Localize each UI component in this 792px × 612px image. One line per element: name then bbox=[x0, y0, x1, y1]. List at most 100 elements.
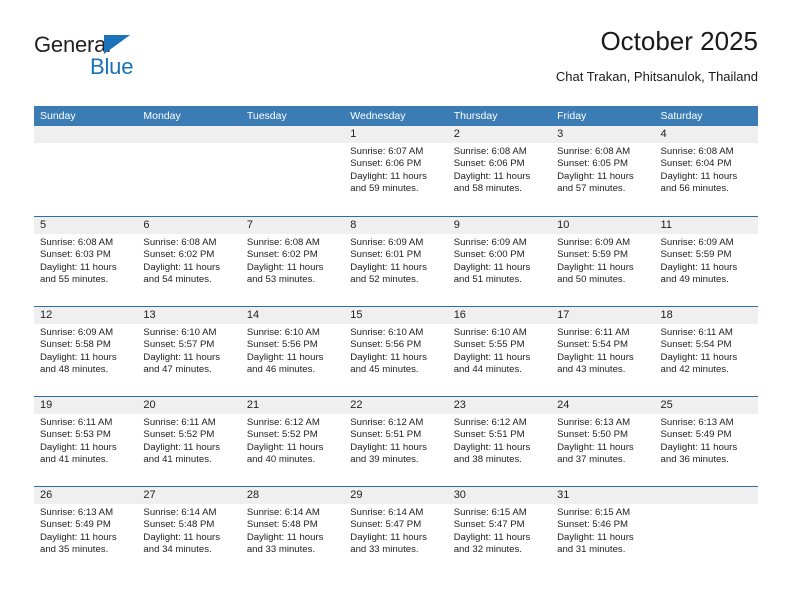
day-cell-10[interactable]: 10 Sunrise: 6:09 AM Sunset: 5:59 PM Dayligh… bbox=[551, 217, 655, 306]
sunrise-text: Sunrise: 6:14 AM bbox=[143, 507, 217, 518]
daylight-text: Daylight: 11 hours and 54 minutes. bbox=[143, 261, 221, 286]
day-cell-9[interactable]: 9 Sunrise: 6:09 AM Sunset: 6:00 PM Daylight… bbox=[447, 217, 552, 306]
calendar-week-row: 12 Sunrise: 6:09 AM Sunset: 5:58 PM Dayligh… bbox=[34, 306, 758, 396]
day-cell-7[interactable]: 7 Sunrise: 6:08 AM Sunset: 6:02 PM Daylight… bbox=[240, 217, 345, 306]
day-cell-19[interactable]: 19 Sunrise: 6:11 AM Sunset: 5:53 PM Dayligh… bbox=[34, 397, 138, 486]
page-title: October 2025 bbox=[600, 26, 758, 56]
daylight-text: Daylight: 11 hours and 57 minutes. bbox=[557, 170, 634, 195]
day-number: 4 bbox=[654, 126, 758, 143]
day-cell-14[interactable]: 14 Sunrise: 6:10 AM Sunset: 5:56 PM Dayligh… bbox=[240, 307, 345, 396]
day-cell-16[interactable]: 16 Sunrise: 6:10 AM Sunset: 5:55 PM Dayligh… bbox=[447, 307, 552, 396]
page-header: General Blue October 2025 Chat Trakan, P… bbox=[34, 26, 758, 98]
day-cell-empty bbox=[137, 126, 241, 216]
day-cell-empty bbox=[240, 126, 345, 216]
day-cell-11[interactable]: 11 Sunrise: 6:09 AM Sunset: 5:59 PM Dayligh… bbox=[654, 217, 758, 306]
day-details: Sunrise: 6:10 AM Sunset: 5:56 PM Daylight:… bbox=[344, 324, 447, 377]
sunrise-text: Sunrise: 6:11 AM bbox=[143, 417, 216, 428]
day-cell-30[interactable]: 30 Sunrise: 6:15 AM Sunset: 5:47 PM Dayligh… bbox=[447, 487, 552, 576]
sunrise-text: Sunrise: 6:14 AM bbox=[350, 507, 424, 518]
day-cell-23[interactable]: 23 Sunrise: 6:12 AM Sunset: 5:51 PM Dayligh… bbox=[447, 397, 552, 486]
day-details: Sunrise: 6:08 AM Sunset: 6:05 PM Daylight:… bbox=[551, 143, 654, 196]
weekday-header-thursday: Thursday bbox=[453, 110, 498, 122]
day-cell-26[interactable]: 26 Sunrise: 6:13 AM Sunset: 5:49 PM Dayligh… bbox=[34, 487, 138, 576]
day-number: 27 bbox=[137, 487, 241, 504]
daylight-text: Daylight: 11 hours and 40 minutes. bbox=[246, 441, 324, 466]
day-cell-21[interactable]: 21 Sunrise: 6:12 AM Sunset: 5:52 PM Dayligh… bbox=[240, 397, 345, 486]
day-cell-13[interactable]: 13 Sunrise: 6:10 AM Sunset: 5:57 PM Dayligh… bbox=[137, 307, 241, 396]
day-details bbox=[655, 504, 758, 507]
day-details: Sunrise: 6:14 AM Sunset: 5:48 PM Daylight:… bbox=[137, 504, 240, 557]
calendar-week-row: 26 Sunrise: 6:13 AM Sunset: 5:49 PM Dayligh… bbox=[34, 486, 758, 576]
day-number: 9 bbox=[447, 217, 552, 234]
day-details bbox=[34, 143, 137, 146]
calendar-week-row: 19 Sunrise: 6:11 AM Sunset: 5:53 PM Dayligh… bbox=[34, 396, 758, 486]
day-cell-3[interactable]: 3 Sunrise: 6:08 AM Sunset: 6:05 PM Daylight… bbox=[551, 126, 655, 216]
day-cell-5[interactable]: 5 Sunrise: 6:08 AM Sunset: 6:03 PM Daylight… bbox=[34, 217, 138, 306]
day-cell-25[interactable]: 25 Sunrise: 6:13 AM Sunset: 5:49 PM Dayligh… bbox=[654, 397, 758, 486]
daylight-text: Daylight: 11 hours and 42 minutes. bbox=[660, 351, 738, 376]
day-cell-17[interactable]: 17 Sunrise: 6:11 AM Sunset: 5:54 PM Dayligh… bbox=[551, 307, 655, 396]
day-cell-20[interactable]: 20 Sunrise: 6:11 AM Sunset: 5:52 PM Dayligh… bbox=[137, 397, 241, 486]
day-number bbox=[137, 126, 241, 143]
day-details: Sunrise: 6:13 AM Sunset: 5:49 PM Daylight:… bbox=[655, 414, 758, 467]
day-cell-4[interactable]: 4 Sunrise: 6:08 AM Sunset: 6:04 PM Daylight… bbox=[654, 126, 758, 216]
day-cell-18[interactable]: 18 Sunrise: 6:11 AM Sunset: 5:54 PM Dayligh… bbox=[654, 307, 758, 396]
sunrise-text: Sunrise: 6:15 AM bbox=[557, 507, 631, 518]
calendar-page: General Blue October 2025 Chat Trakan, P… bbox=[0, 0, 792, 612]
daylight-text: Daylight: 11 hours and 44 minutes. bbox=[453, 351, 531, 376]
day-cell-28[interactable]: 28 Sunrise: 6:14 AM Sunset: 5:48 PM Dayligh… bbox=[240, 487, 345, 576]
day-cell-6[interactable]: 6 Sunrise: 6:08 AM Sunset: 6:02 PM Daylight… bbox=[137, 217, 241, 306]
day-details: Sunrise: 6:13 AM Sunset: 5:50 PM Daylight:… bbox=[551, 414, 654, 467]
daylight-text: Daylight: 11 hours and 35 minutes. bbox=[40, 531, 117, 556]
day-number: 21 bbox=[240, 397, 345, 414]
daylight-text: Daylight: 11 hours and 37 minutes. bbox=[557, 441, 634, 466]
day-details: Sunrise: 6:09 AM Sunset: 5:59 PM Daylight:… bbox=[551, 234, 654, 287]
sunset-text: Sunset: 5:59 PM bbox=[557, 249, 629, 261]
day-cell-empty bbox=[654, 487, 758, 576]
day-number: 16 bbox=[447, 307, 552, 324]
day-details: Sunrise: 6:11 AM Sunset: 5:54 PM Daylight:… bbox=[551, 324, 654, 377]
sunrise-text: Sunrise: 6:08 AM bbox=[143, 237, 217, 248]
sunrise-text: Sunrise: 6:10 AM bbox=[246, 327, 320, 338]
day-details: Sunrise: 6:08 AM Sunset: 6:02 PM Daylight:… bbox=[137, 234, 240, 287]
day-cell-29[interactable]: 29 Sunrise: 6:14 AM Sunset: 5:47 PM Dayligh… bbox=[344, 487, 448, 576]
sunrise-text: Sunrise: 6:11 AM bbox=[40, 417, 113, 428]
day-number: 11 bbox=[654, 217, 758, 234]
sunset-text: Sunset: 5:53 PM bbox=[40, 429, 111, 441]
day-details: Sunrise: 6:08 AM Sunset: 6:04 PM Daylight:… bbox=[655, 143, 758, 196]
day-cell-2[interactable]: 2 Sunrise: 6:08 AM Sunset: 6:06 PM Daylight… bbox=[447, 126, 552, 216]
day-cell-24[interactable]: 24 Sunrise: 6:13 AM Sunset: 5:50 PM Dayligh… bbox=[551, 397, 655, 486]
day-cell-27[interactable]: 27 Sunrise: 6:14 AM Sunset: 5:48 PM Dayligh… bbox=[137, 487, 241, 576]
day-number: 6 bbox=[137, 217, 241, 234]
sunset-text: Sunset: 5:56 PM bbox=[350, 339, 422, 351]
daylight-text: Daylight: 11 hours and 33 minutes. bbox=[246, 531, 324, 556]
sunset-text: Sunset: 5:49 PM bbox=[40, 519, 111, 531]
day-cell-31[interactable]: 31 Sunrise: 6:15 AM Sunset: 5:46 PM Dayligh… bbox=[551, 487, 655, 576]
day-number: 18 bbox=[654, 307, 758, 324]
sunset-text: Sunset: 6:01 PM bbox=[350, 249, 422, 261]
day-cell-12[interactable]: 12 Sunrise: 6:09 AM Sunset: 5:58 PM Dayligh… bbox=[34, 307, 138, 396]
generalblue-logo: General Blue bbox=[34, 34, 234, 90]
day-details: Sunrise: 6:09 AM Sunset: 5:59 PM Daylight:… bbox=[655, 234, 758, 287]
day-number: 15 bbox=[344, 307, 448, 324]
daylight-text: Daylight: 11 hours and 55 minutes. bbox=[40, 261, 117, 286]
day-number: 23 bbox=[447, 397, 552, 414]
day-details: Sunrise: 6:10 AM Sunset: 5:57 PM Daylight:… bbox=[137, 324, 240, 377]
sunrise-text: Sunrise: 6:12 AM bbox=[246, 417, 320, 428]
sunset-text: Sunset: 6:04 PM bbox=[660, 158, 732, 170]
weekday-header-friday: Friday bbox=[557, 110, 587, 122]
day-number: 8 bbox=[344, 217, 448, 234]
weekday-header-row: Sunday Monday Tuesday Wednesday Thursday Frid… bbox=[34, 106, 758, 126]
day-details: Sunrise: 6:09 AM Sunset: 6:01 PM Daylight:… bbox=[344, 234, 447, 287]
sunset-text: Sunset: 5:54 PM bbox=[660, 339, 732, 351]
sunset-text: Sunset: 6:03 PM bbox=[40, 249, 111, 261]
day-details: Sunrise: 6:08 AM Sunset: 6:06 PM Daylight:… bbox=[448, 143, 551, 196]
day-cell-22[interactable]: 22 Sunrise: 6:12 AM Sunset: 5:51 PM Dayligh… bbox=[344, 397, 448, 486]
sunset-text: Sunset: 6:02 PM bbox=[246, 249, 318, 261]
sunset-text: Sunset: 5:54 PM bbox=[557, 339, 629, 351]
sunset-text: Sunset: 5:49 PM bbox=[660, 429, 732, 441]
day-cell-15[interactable]: 15 Sunrise: 6:10 AM Sunset: 5:56 PM Dayligh… bbox=[344, 307, 448, 396]
day-cell-1[interactable]: 1 Sunrise: 6:07 AM Sunset: 6:06 PM Daylight… bbox=[344, 126, 448, 216]
day-cell-8[interactable]: 8 Sunrise: 6:09 AM Sunset: 6:01 PM Daylight… bbox=[344, 217, 448, 306]
day-number: 12 bbox=[34, 307, 138, 324]
